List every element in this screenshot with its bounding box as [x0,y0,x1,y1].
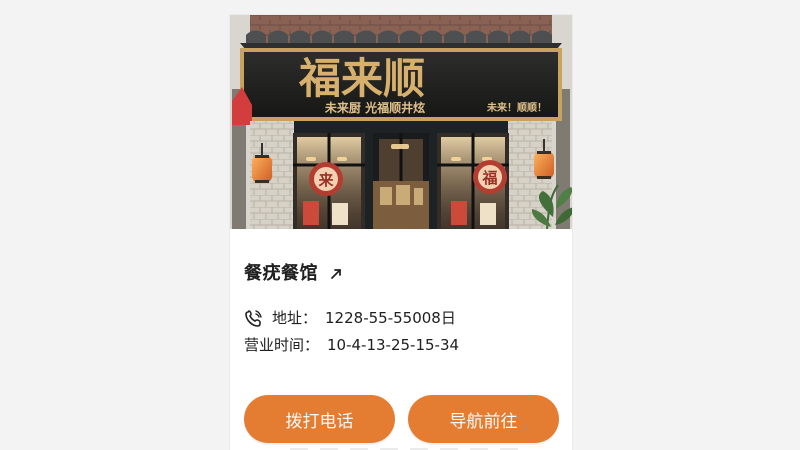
address-value: 1228-55-55008日 [325,308,456,327]
navigate-button[interactable]: 导航前往 [408,395,559,443]
sign-subtext-left: 未来厨 光福顺井炫 [324,100,425,115]
sign-main-text: 福来顺 [298,54,425,103]
arrow-up-right-icon[interactable] [328,266,344,282]
address-label: 地址： [272,308,318,327]
hours-row: 营业时间： 10-4-13-25-15-34 [244,338,459,353]
hours-label: 营业时间： [244,336,320,354]
window-decal-left: 来 [317,171,334,189]
address-row: 地址： 1228-55-55008日 [244,308,456,328]
call-button[interactable]: 拨打电话 [244,395,395,443]
restaurant-title-row[interactable]: 餐疣餐馆 [244,265,344,283]
restaurant-name: 餐疣餐馆 [244,263,318,284]
phone-icon [244,308,264,328]
restaurant-details: 餐疣餐馆 地址： 1228-55-55008日 营业时间： 10-4-13-25… [230,229,572,450]
page: 福来顺 未来厨 光福顺井炫 未来！顺顺！ 来 福 餐疣餐馆 地址： 1228-5… [0,0,800,450]
restaurant-card: 福来顺 未来厨 光福顺井炫 未来！顺顺！ 来 福 餐疣餐馆 地址： 1228-5… [230,15,572,450]
hours-value: 10-4-13-25-15-34 [327,336,460,354]
sign-subtext-right: 未来！顺顺！ [486,101,547,114]
window-decal-right: 福 [481,169,497,187]
storefront-image: 福来顺 未来厨 光福顺井炫 未来！顺顺！ 来 福 [230,15,572,229]
restaurant-photo: 福来顺 未来厨 光福顺井炫 未来！顺顺！ 来 福 [230,15,572,229]
